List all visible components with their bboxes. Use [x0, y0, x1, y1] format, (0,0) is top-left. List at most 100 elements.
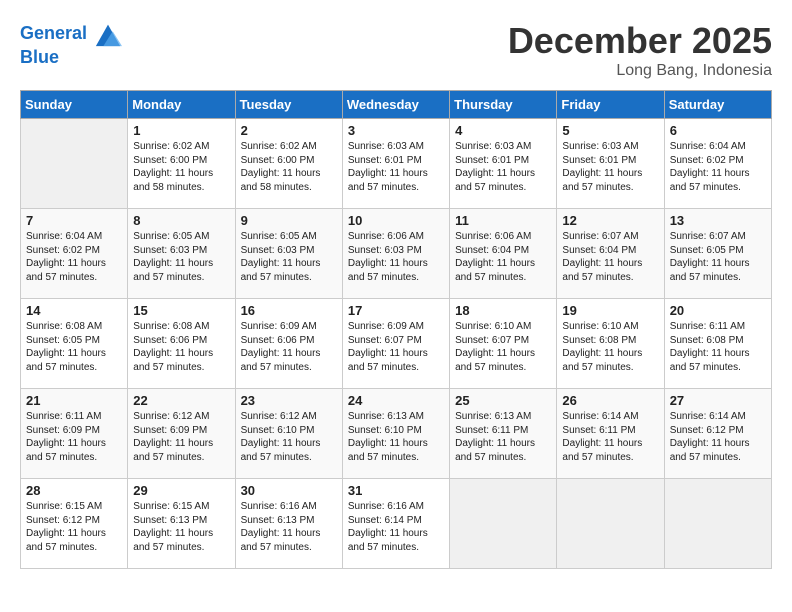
day-number: 31 — [348, 483, 445, 498]
day-number: 17 — [348, 303, 445, 318]
calendar-cell: 24Sunrise: 6:13 AMSunset: 6:10 PMDayligh… — [342, 389, 449, 479]
day-header-thursday: Thursday — [450, 91, 557, 119]
day-number: 26 — [562, 393, 659, 408]
calendar-cell: 30 Sunrise: 6:16 AMSunset: 6:13 PMDayligh… — [235, 479, 342, 569]
cell-info: Sunrise: 6:05 AMSunset: 6:03 PMDaylight:… — [241, 230, 338, 284]
calendar-cell: 18 Sunrise: 6:10 AMSunset: 6:07 PMDayligh… — [450, 299, 557, 389]
day-number: 13 — [670, 213, 767, 228]
calendar-cell: 25 Sunrise: 6:13 AMSunset: 6:11 PMDayligh… — [450, 389, 557, 479]
calendar-cell — [557, 479, 664, 569]
day-header-friday: Friday — [557, 91, 664, 119]
cell-info: Sunrise: 6:13 AMSunset: 6:10 PMDaylight:… — [348, 410, 445, 464]
calendar-cell: 31 Sunrise: 6:16 AMSunset: 6:14 PMDayligh… — [342, 479, 449, 569]
cell-info: Sunrise: 6:08 AMSunset: 6:05 PMDaylight:… — [26, 320, 123, 374]
cell-info: Sunrise: 6:03 AMSunset: 6:01 PMDaylight:… — [562, 140, 659, 194]
calendar-cell: 14 Sunrise: 6:08 AMSunset: 6:05 PMDayligh… — [21, 299, 128, 389]
cell-info: Sunrise: 6:11 AMSunset: 6:09 PMDaylight:… — [26, 410, 123, 464]
calendar-cell: 3Sunrise: 6:03 AMSunset: 6:01 PMDaylight… — [342, 119, 449, 209]
day-number: 12 — [562, 213, 659, 228]
calendar-cell: 23Sunrise: 6:12 AMSunset: 6:10 PMDayligh… — [235, 389, 342, 479]
calendar-cell: 15 Sunrise: 6:08 AMSunset: 6:06 PMDayligh… — [128, 299, 235, 389]
cell-info: Sunrise: 6:07 AMSunset: 6:04 PMDaylight:… — [562, 230, 659, 284]
calendar-cell: 7 Sunrise: 6:04 AMSunset: 6:02 PMDaylight… — [21, 209, 128, 299]
calendar-cell — [21, 119, 128, 209]
calendar-cell: 12 Sunrise: 6:07 AMSunset: 6:04 PMDayligh… — [557, 209, 664, 299]
location: Long Bang, Indonesia — [508, 62, 772, 80]
calendar-cell — [664, 479, 771, 569]
cell-info: Sunrise: 6:09 AMSunset: 6:06 PMDaylight:… — [241, 320, 338, 374]
calendar-cell: 5 Sunrise: 6:03 AMSunset: 6:01 PMDaylight… — [557, 119, 664, 209]
cell-info: Sunrise: 6:12 AMSunset: 6:10 PMDaylight:… — [241, 410, 338, 464]
calendar-table: SundayMondayTuesdayWednesdayThursdayFrid… — [20, 90, 772, 569]
calendar-cell: 9 Sunrise: 6:05 AMSunset: 6:03 PMDaylight… — [235, 209, 342, 299]
day-header-saturday: Saturday — [664, 91, 771, 119]
cell-info: Sunrise: 6:02 AMSunset: 6:00 PMDaylight:… — [241, 140, 338, 194]
calendar-cell: 4Sunrise: 6:03 AMSunset: 6:01 PMDaylight… — [450, 119, 557, 209]
calendar-cell: 19 Sunrise: 6:10 AMSunset: 6:08 PMDayligh… — [557, 299, 664, 389]
day-header-monday: Monday — [128, 91, 235, 119]
cell-info: Sunrise: 6:07 AMSunset: 6:05 PMDaylight:… — [670, 230, 767, 284]
calendar-cell: 6 Sunrise: 6:04 AMSunset: 6:02 PMDaylight… — [664, 119, 771, 209]
day-number: 2 — [241, 123, 338, 138]
calendar-cell: 20 Sunrise: 6:11 AMSunset: 6:08 PMDayligh… — [664, 299, 771, 389]
cell-info: Sunrise: 6:12 AMSunset: 6:09 PMDaylight:… — [133, 410, 230, 464]
cell-info: Sunrise: 6:06 AMSunset: 6:03 PMDaylight:… — [348, 230, 445, 284]
cell-info: Sunrise: 6:16 AMSunset: 6:14 PMDaylight:… — [348, 500, 445, 554]
cell-info: Sunrise: 6:03 AMSunset: 6:01 PMDaylight:… — [348, 140, 445, 194]
day-number: 28 — [26, 483, 123, 498]
page-header: General Blue December 2025 Long Bang, In… — [20, 20, 772, 80]
day-number: 4 — [455, 123, 552, 138]
cell-info: Sunrise: 6:05 AMSunset: 6:03 PMDaylight:… — [133, 230, 230, 284]
cell-info: Sunrise: 6:10 AMSunset: 6:07 PMDaylight:… — [455, 320, 552, 374]
calendar-cell: 28 Sunrise: 6:15 AMSunset: 6:12 PMDayligh… — [21, 479, 128, 569]
cell-info: Sunrise: 6:04 AMSunset: 6:02 PMDaylight:… — [670, 140, 767, 194]
logo: General Blue — [20, 20, 122, 68]
calendar-cell: 22 Sunrise: 6:12 AMSunset: 6:09 PMDayligh… — [128, 389, 235, 479]
day-number: 30 — [241, 483, 338, 498]
day-number: 1 — [133, 123, 230, 138]
calendar-cell: 17 Sunrise: 6:09 AMSunset: 6:07 PMDayligh… — [342, 299, 449, 389]
day-number: 18 — [455, 303, 552, 318]
day-header-wednesday: Wednesday — [342, 91, 449, 119]
calendar-cell: 10 Sunrise: 6:06 AMSunset: 6:03 PMDayligh… — [342, 209, 449, 299]
day-number: 15 — [133, 303, 230, 318]
cell-info: Sunrise: 6:15 AMSunset: 6:12 PMDaylight:… — [26, 500, 123, 554]
cell-info: Sunrise: 6:10 AMSunset: 6:08 PMDaylight:… — [562, 320, 659, 374]
day-number: 10 — [348, 213, 445, 228]
day-number: 6 — [670, 123, 767, 138]
calendar-cell: 13 Sunrise: 6:07 AMSunset: 6:05 PMDayligh… — [664, 209, 771, 299]
cell-info: Sunrise: 6:09 AMSunset: 6:07 PMDaylight:… — [348, 320, 445, 374]
cell-info: Sunrise: 6:16 AMSunset: 6:13 PMDaylight:… — [241, 500, 338, 554]
calendar-cell: 16Sunrise: 6:09 AMSunset: 6:06 PMDayligh… — [235, 299, 342, 389]
calendar-cell: 8 Sunrise: 6:05 AMSunset: 6:03 PMDaylight… — [128, 209, 235, 299]
calendar-cell: 29Sunrise: 6:15 AMSunset: 6:13 PMDayligh… — [128, 479, 235, 569]
title-area: December 2025 Long Bang, Indonesia — [508, 20, 772, 80]
day-number: 14 — [26, 303, 123, 318]
calendar-cell: 2 Sunrise: 6:02 AMSunset: 6:00 PMDaylight… — [235, 119, 342, 209]
day-number: 11 — [455, 213, 552, 228]
day-number: 5 — [562, 123, 659, 138]
cell-info: Sunrise: 6:06 AMSunset: 6:04 PMDaylight:… — [455, 230, 552, 284]
calendar-cell: 1Sunrise: 6:02 AMSunset: 6:00 PMDaylight… — [128, 119, 235, 209]
cell-info: Sunrise: 6:04 AMSunset: 6:02 PMDaylight:… — [26, 230, 123, 284]
cell-info: Sunrise: 6:08 AMSunset: 6:06 PMDaylight:… — [133, 320, 230, 374]
calendar-cell: 26 Sunrise: 6:14 AMSunset: 6:11 PMDayligh… — [557, 389, 664, 479]
cell-info: Sunrise: 6:13 AMSunset: 6:11 PMDaylight:… — [455, 410, 552, 464]
day-number: 20 — [670, 303, 767, 318]
day-number: 9 — [241, 213, 338, 228]
day-header-tuesday: Tuesday — [235, 91, 342, 119]
calendar-cell — [450, 479, 557, 569]
day-number: 7 — [26, 213, 123, 228]
cell-info: Sunrise: 6:15 AMSunset: 6:13 PMDaylight:… — [133, 500, 230, 554]
day-number: 19 — [562, 303, 659, 318]
cell-info: Sunrise: 6:11 AMSunset: 6:08 PMDaylight:… — [670, 320, 767, 374]
logo-text: General — [20, 20, 122, 48]
day-number: 8 — [133, 213, 230, 228]
calendar-cell: 11 Sunrise: 6:06 AMSunset: 6:04 PMDayligh… — [450, 209, 557, 299]
cell-info: Sunrise: 6:14 AMSunset: 6:12 PMDaylight:… — [670, 410, 767, 464]
day-number: 22 — [133, 393, 230, 408]
day-header-sunday: Sunday — [21, 91, 128, 119]
day-number: 25 — [455, 393, 552, 408]
day-number: 21 — [26, 393, 123, 408]
cell-info: Sunrise: 6:14 AMSunset: 6:11 PMDaylight:… — [562, 410, 659, 464]
